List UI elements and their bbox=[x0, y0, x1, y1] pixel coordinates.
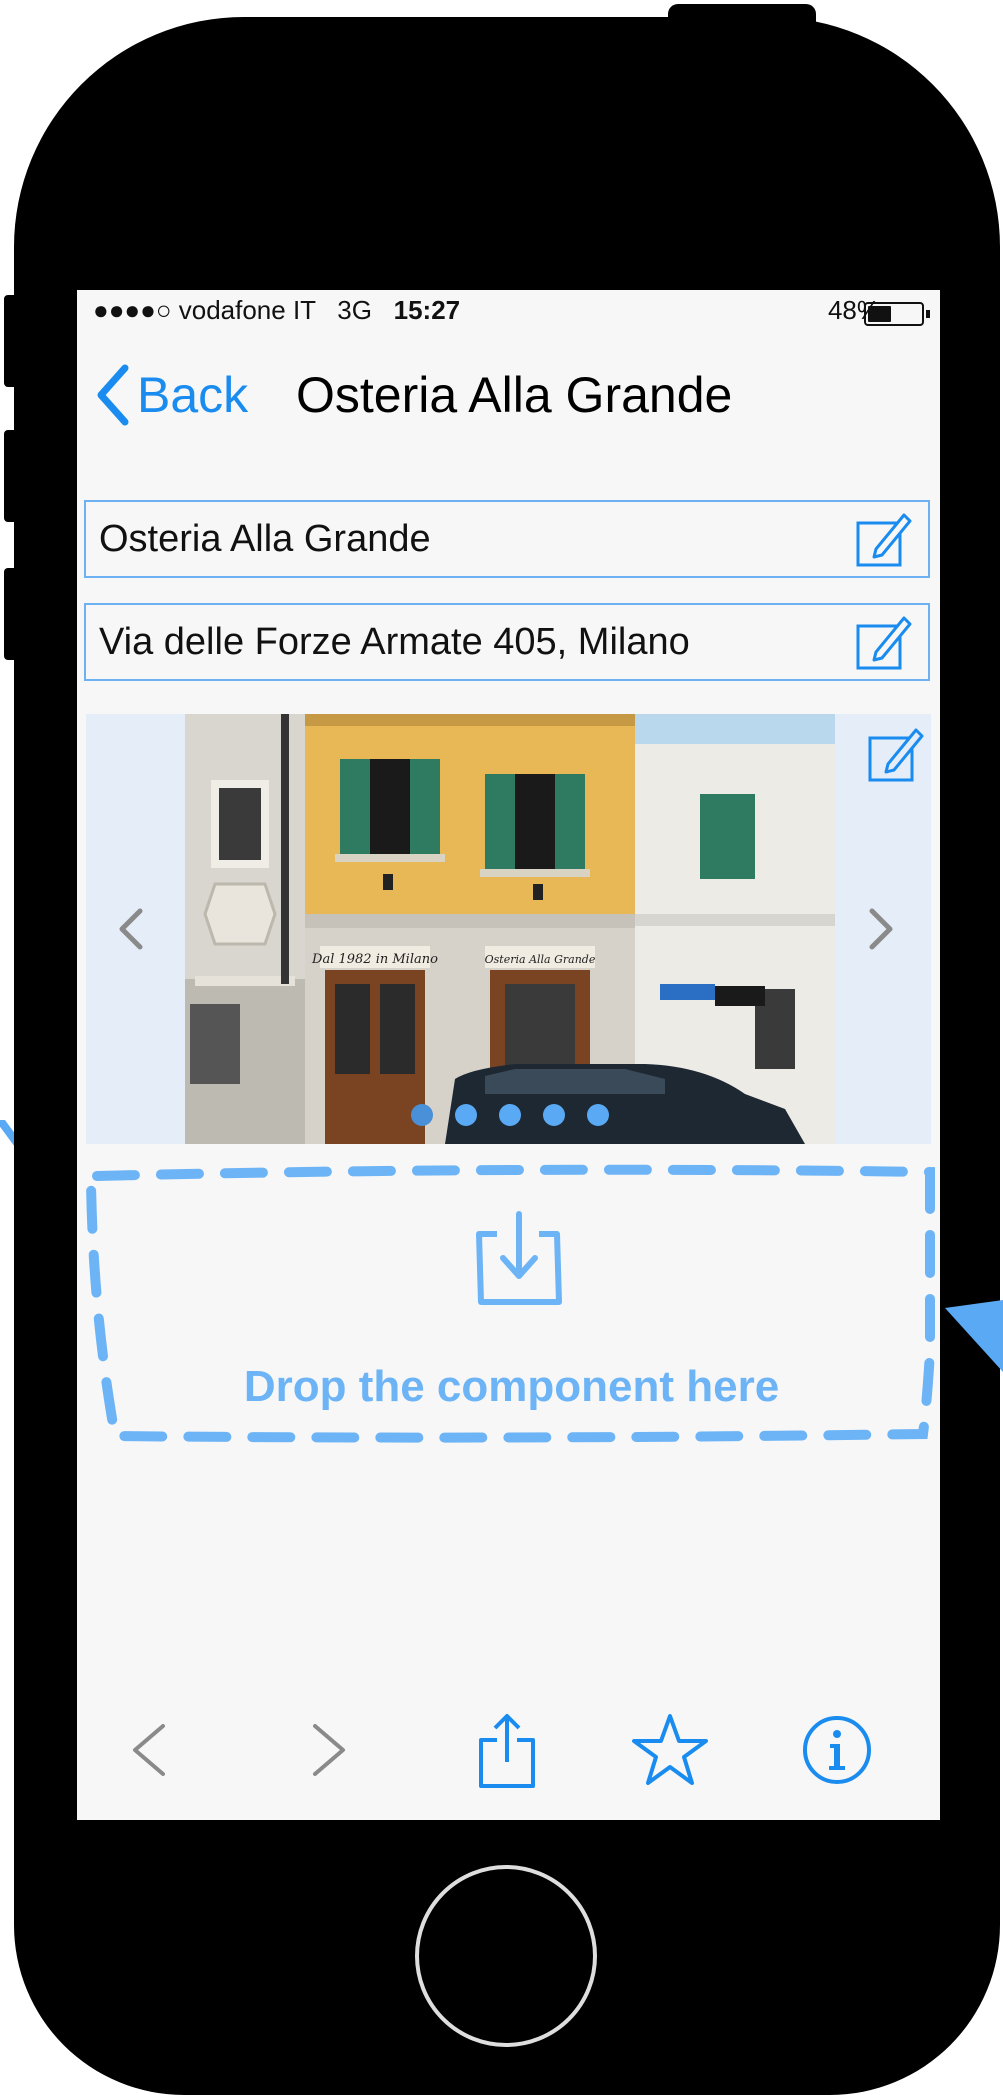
chevron-left-icon bbox=[97, 364, 129, 426]
star-icon[interactable] bbox=[630, 1710, 710, 1790]
edit-icon[interactable] bbox=[854, 509, 914, 569]
page-dot[interactable] bbox=[455, 1104, 477, 1126]
download-tray-icon bbox=[476, 1211, 562, 1305]
page-indicator bbox=[185, 1104, 835, 1128]
status-left: ●●●●○ vodafone IT 3G 15:27 bbox=[93, 295, 460, 326]
address-field-value: Via delle Forze Armate 405, Milano bbox=[99, 620, 690, 663]
page-title: Osteria Alla Grande bbox=[296, 367, 733, 423]
page-dot[interactable] bbox=[587, 1104, 609, 1126]
carousel-next-icon[interactable] bbox=[856, 889, 906, 969]
page-dot[interactable] bbox=[543, 1104, 565, 1126]
info-icon[interactable] bbox=[797, 1710, 877, 1790]
name-field[interactable]: Osteria Alla Grande bbox=[84, 500, 930, 578]
drop-zone-label: Drop the component here bbox=[243, 1362, 780, 1411]
status-bar: ●●●●○ vodafone IT 3G 15:27 48% bbox=[77, 290, 940, 332]
chevron-left-icon[interactable] bbox=[111, 1710, 191, 1790]
pointer-arrow-right-icon bbox=[945, 1300, 1003, 1372]
power-button bbox=[668, 4, 816, 30]
volume-down-button bbox=[4, 568, 16, 660]
edit-icon[interactable] bbox=[866, 724, 926, 784]
battery-icon bbox=[864, 302, 924, 326]
address-field[interactable]: Via delle Forze Armate 405, Milano bbox=[84, 603, 930, 681]
drop-zone[interactable]: Drop the component here bbox=[85, 1162, 938, 1444]
share-icon[interactable] bbox=[467, 1710, 547, 1790]
network-label: 3G bbox=[337, 295, 372, 325]
page-dot[interactable] bbox=[411, 1104, 433, 1126]
photo-sign-right: Osteria Alla Grande bbox=[485, 953, 596, 966]
chevron-right-icon[interactable] bbox=[287, 1710, 367, 1790]
back-button[interactable]: Back bbox=[95, 360, 248, 430]
mute-switch bbox=[4, 295, 16, 387]
home-button[interactable] bbox=[415, 1865, 597, 2047]
name-field-value: Osteria Alla Grande bbox=[99, 517, 431, 560]
edit-icon[interactable] bbox=[854, 612, 914, 672]
restaurant-photo: Dal 1982 in Milano Osteria Alla Grande bbox=[185, 714, 835, 1144]
page-dot[interactable] bbox=[499, 1104, 521, 1126]
battery-nub bbox=[926, 310, 930, 318]
back-label: Back bbox=[137, 367, 249, 423]
phone-screen: ●●●●○ vodafone IT 3G 15:27 48% Back Oste… bbox=[77, 290, 940, 1820]
battery-level bbox=[868, 306, 891, 322]
photo-carousel[interactable]: Dal 1982 in Milano Osteria Alla Grande bbox=[86, 714, 931, 1144]
clock: 15:27 bbox=[393, 295, 461, 325]
restaurant-facade-image: Dal 1982 in Milano Osteria Alla Grande bbox=[185, 714, 835, 1144]
carousel-prev-icon[interactable] bbox=[106, 889, 156, 969]
volume-up-button bbox=[4, 430, 16, 522]
photo-sign-left: Dal 1982 in Milano bbox=[311, 952, 438, 967]
carrier-label: ●●●●○ vodafone IT bbox=[93, 295, 316, 325]
